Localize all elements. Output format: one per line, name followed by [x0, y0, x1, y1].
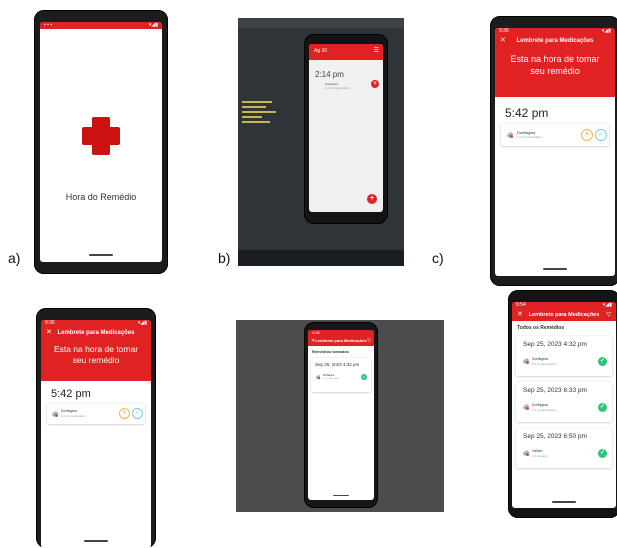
status-time: ▪ ▪ ▪	[44, 22, 53, 28]
med-dose: 1.0 Comprimido(s)	[323, 378, 340, 380]
filter-icon[interactable]: ▽	[367, 336, 371, 346]
check-icon[interactable]: ✓	[595, 129, 607, 141]
dose-time: 5:42 pm	[51, 388, 91, 400]
taken-screen: 4:32 ✕ Lembrete para Medicações ▽ Remédi…	[308, 330, 374, 500]
emulator-menu-icon[interactable]: ☰	[374, 47, 379, 54]
red-cross-logo	[82, 117, 120, 155]
entry-card: Sep 25, 2023 4:32 pm Dorflagina 1.0 Comp…	[311, 358, 371, 392]
entry-datetime: Sep 25, 2023 6:33 pm	[523, 387, 587, 394]
app-title: Lembrete para Medicações	[528, 312, 600, 318]
pill-icon	[523, 404, 529, 410]
status-time: 9:36	[499, 28, 509, 34]
phone-reminder: 9:36 ▾◢▮ ✕ Lembrete para Medicações Esta…	[490, 16, 617, 286]
ide-taskbar	[238, 250, 404, 266]
med-dose: 1.0 Comprimido(s)	[532, 362, 557, 366]
nav-handle	[84, 540, 108, 542]
med-dose: 1.0 Gota(s)	[532, 454, 548, 458]
check-icon[interactable]: ✓	[132, 408, 143, 419]
med-name: Dorflagina	[532, 403, 548, 407]
med-card: Dorflagina 1.0 Comprimido(s) ✕ ✓	[47, 404, 145, 424]
pill-icon	[523, 358, 529, 364]
entry-card: Sep 25, 2023 6:50 pm Valium 1.0 Gota(s) …	[516, 428, 612, 468]
pill-icon	[523, 450, 529, 456]
emulator-phone: Ag 30 ☰ 2:14 pm Geladeira 1.0 Comprimido…	[304, 34, 388, 224]
status-icons: ▾◢▮	[601, 28, 611, 34]
splash-screen: ▪ ▪ ▪ ▾◢▮ Hora do Remédio	[40, 22, 162, 262]
nav-handle	[543, 268, 567, 270]
app-title: Lembrete para Medicações	[57, 330, 135, 336]
status-icons: ▾◢▮	[602, 302, 612, 308]
reminder-screen: 9:36 ▾◢▮ ✕ Lembrete para Medicações Esta…	[495, 28, 615, 276]
phone-reminder-2: 9:36 ▾◢▮ ✕ Lembrete para Medicações Esta…	[36, 308, 156, 548]
entry-card: Sep 25, 2023 6:33 pm Dorflagina 1.0 Comp…	[516, 382, 612, 422]
app-bar: ✕ Lembrete para Medicações	[495, 35, 615, 47]
emulator-item-button[interactable]: +	[371, 80, 379, 88]
check-icon[interactable]: ✓	[598, 403, 607, 412]
status-bar: 6:54 ▾◢▮	[512, 302, 616, 309]
med-name: Dorflagina	[532, 357, 548, 361]
phone-all: 6:54 ▾◢▮ ✕ Lembrete para Medicações ▽ To…	[508, 290, 617, 518]
entry-datetime: Sep 25, 2023 4:32 pm	[523, 341, 587, 348]
x-icon[interactable]: ✕	[581, 129, 593, 141]
entry-card: Sep 25, 2023 4:32 pm Dorflagina 1.0 Comp…	[516, 336, 612, 376]
reminder-banner: Esta na hora de tomar seu remédio	[41, 339, 151, 381]
status-icons: ▾◢▮	[148, 22, 158, 28]
nav-handle	[333, 494, 349, 496]
app-bar: ✕ Lembrete para Medicações ▽	[512, 309, 616, 321]
app-title: Lembrete para Medicações	[516, 38, 594, 44]
banner-text: Esta na hora de tomar seu remédio	[53, 344, 139, 365]
check-icon[interactable]: ✓	[598, 357, 607, 366]
emulator-time: 2:14 pm	[315, 70, 344, 79]
emulator-appbar: Ag 30 ☰	[309, 44, 383, 60]
label-a: a)	[8, 250, 21, 266]
reminder-screen-2: 9:36 ▾◢▮ ✕ Lembrete para Medicações Esta…	[41, 320, 151, 548]
pill-icon	[507, 132, 513, 138]
photo-monitor: Ag 30 ☰ 2:14 pm Geladeira 1.0 Comprimido…	[238, 18, 404, 266]
pill-icon	[315, 375, 321, 380]
entry-datetime: Sep 25, 2023 6:50 pm	[523, 433, 587, 440]
label-c: c)	[432, 250, 444, 266]
emulator-med-dose: 1.0 Comprimido(s)	[325, 86, 350, 90]
med-name: Valium	[532, 449, 543, 453]
all-screen: 6:54 ▾◢▮ ✕ Lembrete para Medicações ▽ To…	[512, 302, 616, 508]
section-title: Remédios tomados	[312, 349, 349, 354]
banner-text: Esta na hora de tomar seu remédio	[510, 54, 600, 76]
med-name: Dorflagina	[61, 409, 77, 413]
app-bar: ✕ Lembrete para Medicações	[41, 327, 151, 339]
entry-datetime: Sep 25, 2023 4:32 pm	[315, 362, 360, 367]
med-name: Dorflagina	[323, 374, 335, 377]
check-icon[interactable]: ✓	[361, 374, 367, 380]
section-title: Todos os Remédios	[517, 325, 565, 331]
med-dose: 1.0 Comprimido(s)	[517, 135, 542, 139]
status-bar: 9:36 ▾◢▮	[495, 28, 615, 35]
reminder-banner: Esta na hora de tomar seu remédio	[495, 47, 615, 97]
ide-toolbar	[238, 18, 404, 28]
app-title: Lembrete para Medicações	[315, 338, 367, 343]
filter-icon[interactable]: ▽	[606, 309, 611, 321]
phone-taken: 4:32 ✕ Lembrete para Medicações ▽ Remédi…	[304, 322, 378, 508]
status-time: 6:54	[516, 302, 526, 308]
emulator-screen: Ag 30 ☰ 2:14 pm Geladeira 1.0 Comprimido…	[309, 44, 383, 212]
x-icon[interactable]: ✕	[119, 408, 130, 419]
nav-handle	[89, 254, 113, 256]
ide-code-area	[242, 98, 282, 158]
splash-app-name: Hora do Remédio	[65, 192, 137, 202]
check-icon[interactable]: ✓	[598, 449, 607, 458]
status-icons: ▾◢▮	[137, 320, 147, 326]
status-bar: ▪ ▪ ▪ ▾◢▮	[40, 22, 162, 29]
pill-icon	[52, 411, 58, 417]
phone-splash: ▪ ▪ ▪ ▾◢▮ Hora do Remédio	[34, 10, 168, 274]
nav-handle	[552, 501, 576, 503]
med-dose: 1.0 Comprimido(s)	[532, 408, 557, 412]
label-b: b)	[218, 250, 231, 266]
dose-time: 5:42 pm	[505, 106, 549, 120]
status-bar: 9:36 ▾◢▮	[41, 320, 151, 327]
emulator-date: Ag 30	[314, 48, 328, 54]
status-time: 9:36	[45, 320, 55, 326]
app-bar: ✕ Lembrete para Medicações ▽	[308, 336, 374, 346]
photo-taken: 4:32 ✕ Lembrete para Medicações ▽ Remédi…	[236, 320, 444, 512]
med-card: Dorflagina 1.0 Comprimido(s) ✕ ✓	[501, 124, 609, 146]
add-icon[interactable]: +	[367, 194, 377, 204]
med-dose: 1.0 Comprimido(s)	[61, 414, 86, 418]
